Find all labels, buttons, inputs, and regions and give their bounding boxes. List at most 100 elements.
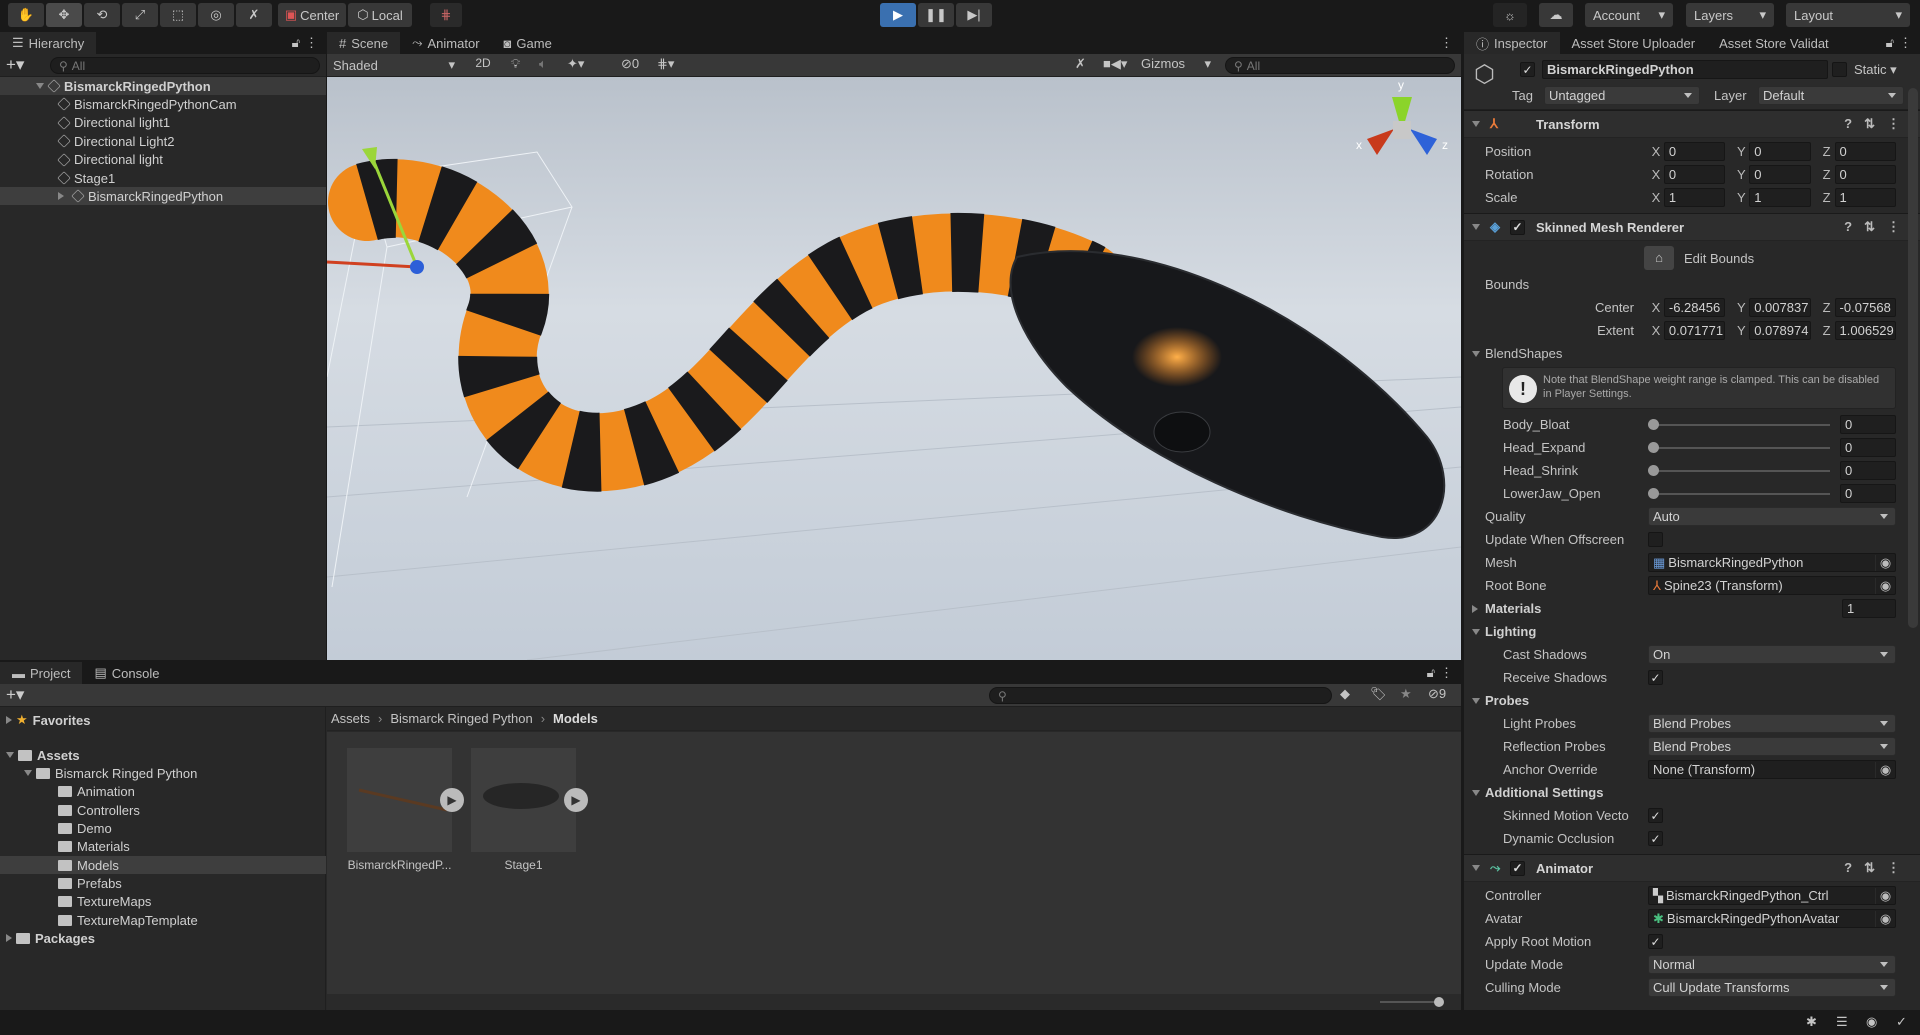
- component-enabled-checkbox[interactable]: ✓: [1510, 219, 1525, 235]
- slider-track[interactable]: [1652, 424, 1830, 426]
- progress-check-icon[interactable]: ✓: [1896, 1014, 1907, 1030]
- tab-asset-store-validat[interactable]: Asset Store Validat: [1707, 32, 1841, 54]
- project-search-input[interactable]: ⚲: [989, 687, 1332, 704]
- object-name-input[interactable]: BismarckRingedPython: [1542, 60, 1828, 79]
- breadcrumb-item[interactable]: Models: [553, 711, 598, 726]
- hierarchy-item[interactable]: Stage1: [0, 169, 326, 187]
- object-picker-icon[interactable]: ◉: [1875, 910, 1895, 927]
- lighting-toggle-icon[interactable]: 💡︎: [511, 56, 520, 72]
- slider-value-field[interactable]: 0: [1840, 438, 1896, 457]
- tab-console[interactable]: ▤ Console: [82, 662, 171, 684]
- help-icon[interactable]: ?: [1844, 116, 1852, 132]
- folder-item[interactable]: Bismarck Ringed Python: [0, 764, 326, 782]
- help-icon[interactable]: ?: [1844, 219, 1852, 235]
- thumbnail-size-slider[interactable]: [1380, 1001, 1440, 1003]
- folder-item[interactable]: Packages: [0, 929, 326, 947]
- effects-icon[interactable]: ✦▾: [567, 56, 584, 72]
- extent-x-field[interactable]: 0.071771: [1663, 321, 1726, 340]
- scale-z-field[interactable]: 1: [1834, 188, 1897, 207]
- play-preview-icon[interactable]: ▶: [440, 788, 464, 812]
- layer-dropdown[interactable]: Default: [1758, 86, 1904, 105]
- slider-track[interactable]: [1652, 470, 1830, 472]
- folder-item[interactable]: Animation: [0, 782, 326, 800]
- extent-y-field[interactable]: 0.078974: [1749, 321, 1811, 340]
- component-header-transform[interactable]: ⅄ Transform? ⇅ ⋮: [1464, 110, 1920, 138]
- space-local-button[interactable]: ⬡ Local: [348, 3, 412, 27]
- slider-handle[interactable]: [1648, 442, 1659, 453]
- more-menu-icon[interactable]: ⋮: [1440, 665, 1453, 681]
- receive-shadows-checkbox[interactable]: ✓: [1648, 670, 1663, 685]
- more-menu-icon[interactable]: ⋮: [305, 35, 318, 51]
- folder-item[interactable]: Prefabs: [0, 874, 326, 892]
- update-mode-dropdown[interactable]: Normal: [1648, 955, 1896, 974]
- component-header-skinned-mesh-renderer[interactable]: ◈ ✓ Skinned Mesh Renderer? ⇅ ⋮: [1464, 213, 1920, 241]
- root-bone-object-field[interactable]: ⅄ Spine23 (Transform) ◉: [1648, 576, 1896, 595]
- quality-dropdown[interactable]: Auto: [1648, 507, 1896, 526]
- lock-icon[interactable]: 🔓︎: [1427, 665, 1435, 681]
- tag-dropdown[interactable]: Untagged: [1544, 86, 1700, 105]
- hierarchy-item[interactable]: BismarckRingedPythonCam: [0, 95, 326, 113]
- preset-icon[interactable]: ⇅: [1864, 116, 1875, 132]
- asset-thumbnail[interactable]: ▶: [471, 748, 588, 852]
- folder-item[interactable]: TextureMapTemplate: [0, 911, 326, 929]
- layout-dropdown[interactable]: Layout ▾: [1786, 3, 1910, 27]
- folder-item[interactable]: Demo: [0, 819, 326, 837]
- pivot-center-button[interactable]: ▣ Center: [278, 3, 346, 27]
- favorite-star-icon[interactable]: ★: [1400, 686, 1412, 702]
- shading-mode-dropdown[interactable]: Shaded ▾: [329, 55, 459, 75]
- center-z-field[interactable]: -0.07568: [1834, 298, 1897, 317]
- foldout-arrow-icon[interactable]: [1472, 628, 1480, 635]
- create-button[interactable]: +▾: [6, 55, 24, 75]
- rotation-z-field[interactable]: 0: [1834, 165, 1897, 184]
- hierarchy-item[interactable]: BismarckRingedPython: [0, 77, 326, 95]
- tab-scene[interactable]: # Scene: [327, 32, 401, 54]
- account-dropdown[interactable]: Account ▾: [1585, 3, 1673, 27]
- pause-button[interactable]: ❚❚: [918, 3, 954, 27]
- position-x-field[interactable]: 0: [1663, 142, 1726, 161]
- foldout-arrow-icon[interactable]: [1472, 350, 1480, 357]
- foldout-label[interactable]: Probes: [1485, 693, 1529, 708]
- extent-z-field[interactable]: 1.006529: [1834, 321, 1897, 340]
- more-menu-icon[interactable]: ⋮: [1887, 860, 1900, 876]
- light-probes-dropdown[interactable]: Blend Probes: [1648, 714, 1896, 733]
- lighting-status-icon[interactable]: ◉: [1866, 1014, 1877, 1030]
- folder-item[interactable]: Controllers: [0, 801, 326, 819]
- object-picker-icon[interactable]: ◉: [1875, 887, 1895, 904]
- avatar-object-field[interactable]: ✱ BismarckRingedPythonAvatar ◉: [1648, 909, 1896, 928]
- slider-handle[interactable]: [1648, 488, 1659, 499]
- filter-label-icon[interactable]: 🏷︎: [1370, 686, 1387, 702]
- folder-item[interactable]: Models: [0, 856, 326, 874]
- lock-icon[interactable]: 🔓︎: [1886, 35, 1894, 51]
- expand-arrow-icon[interactable]: [36, 83, 44, 89]
- more-menu-icon[interactable]: ⋮: [1440, 35, 1453, 51]
- scale-y-field[interactable]: 1: [1749, 188, 1811, 207]
- object-picker-icon[interactable]: ◉: [1875, 554, 1895, 571]
- collapsed-arrow-icon[interactable]: [6, 716, 12, 724]
- scale-x-field[interactable]: 1: [1663, 188, 1726, 207]
- tools-icon[interactable]: ✗: [1075, 56, 1086, 72]
- foldout-arrow-icon[interactable]: [1472, 604, 1478, 613]
- more-menu-icon[interactable]: ⋮: [1887, 116, 1900, 132]
- play-preview-icon[interactable]: ▶: [564, 788, 588, 812]
- cast-shadows-dropdown[interactable]: On: [1648, 645, 1896, 664]
- play-button[interactable]: ▶: [880, 3, 916, 27]
- expanded-arrow-icon[interactable]: [24, 770, 32, 776]
- help-icon[interactable]: ?: [1844, 860, 1852, 876]
- more-menu-icon[interactable]: ⋮: [1887, 219, 1900, 235]
- center-x-field[interactable]: -6.28456: [1663, 298, 1726, 317]
- hidden-objects-icon[interactable]: ⊘0: [621, 56, 639, 72]
- create-button[interactable]: +▾: [6, 685, 24, 705]
- materials-count-field[interactable]: 1: [1842, 599, 1896, 618]
- grid-icon[interactable]: ⋕▾: [657, 56, 674, 72]
- breadcrumb-item[interactable]: Bismarck Ringed Python: [390, 711, 532, 726]
- tab-inspector[interactable]: ⓘ Inspector: [1464, 32, 1560, 54]
- snap-button[interactable]: ⋕: [430, 3, 462, 27]
- slider-track[interactable]: [1652, 447, 1830, 449]
- anchor-override-object-field[interactable]: None (Transform) ◉: [1648, 760, 1896, 779]
- transform-tool-button[interactable]: ◎: [198, 3, 234, 27]
- slider-value-field[interactable]: 0: [1840, 415, 1896, 434]
- hierarchy-item[interactable]: BismarckRingedPython: [0, 187, 326, 206]
- services-button[interactable]: ☼: [1493, 3, 1527, 27]
- position-z-field[interactable]: 0: [1834, 142, 1897, 161]
- controller-object-field[interactable]: ▚ BismarckRingedPython_Ctrl ◉: [1648, 886, 1896, 905]
